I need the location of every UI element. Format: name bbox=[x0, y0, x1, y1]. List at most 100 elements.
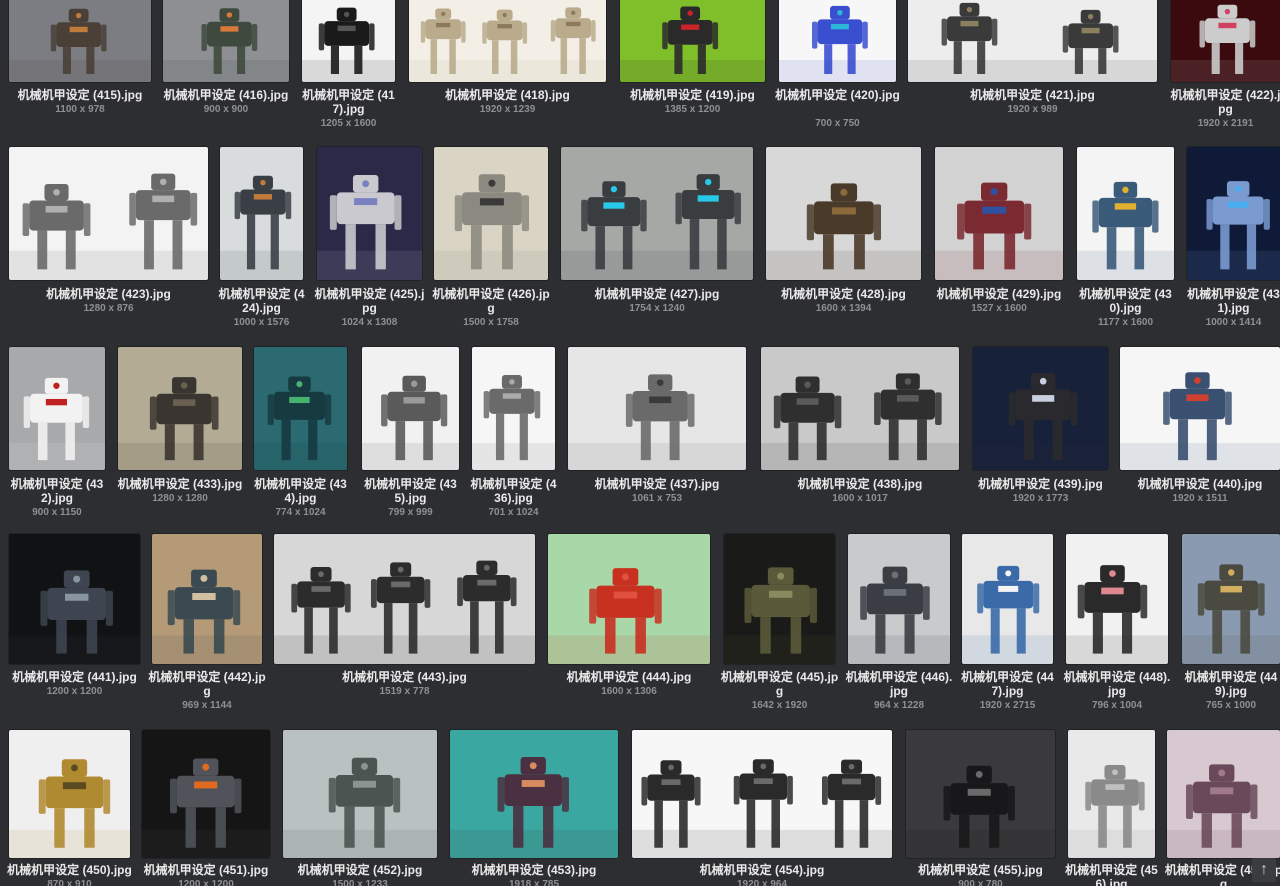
thumbnail-image[interactable] bbox=[766, 147, 921, 280]
file-name[interactable]: 机械机甲设定 (450).jpg bbox=[5, 863, 134, 877]
file-name[interactable]: 机械机甲设定 (424).jpg bbox=[216, 287, 307, 315]
file-name[interactable]: 机械机甲设定 (422).jpg bbox=[1167, 88, 1280, 116]
file-name[interactable]: 机械机甲设定 (429).jpg bbox=[931, 287, 1067, 301]
file-name[interactable]: 机械机甲设定 (433).jpg bbox=[114, 477, 246, 491]
file-name[interactable]: 机械机甲设定 (435).jpg bbox=[358, 477, 463, 505]
thumbnail-image[interactable] bbox=[142, 730, 270, 858]
thumbnail-image[interactable] bbox=[317, 147, 422, 280]
file-name[interactable]: 机械机甲设定 (431).jpg bbox=[1183, 287, 1280, 315]
file-name[interactable]: 机械机甲设定 (437).jpg bbox=[564, 477, 750, 491]
thumbnail-image[interactable] bbox=[362, 347, 459, 470]
thumbnail-image[interactable] bbox=[118, 347, 242, 470]
thumbnail-image[interactable] bbox=[434, 147, 548, 280]
file-name[interactable]: 机械机甲设定 (442).jpg bbox=[148, 670, 266, 698]
thumbnail-image[interactable] bbox=[152, 534, 262, 664]
thumbnail-image[interactable] bbox=[1068, 730, 1155, 858]
thumbnail-image[interactable] bbox=[1187, 147, 1280, 280]
file-name[interactable]: 机械机甲设定 (427).jpg bbox=[557, 287, 757, 301]
image-dimensions: 1100 x 978 bbox=[55, 104, 105, 115]
file-name[interactable]: 机械机甲设定 (418).jpg bbox=[405, 88, 610, 102]
file-name[interactable]: 机械机甲设定 (420).jpg bbox=[775, 88, 900, 102]
thumbnail-image[interactable] bbox=[409, 0, 606, 82]
thumbnail-image[interactable] bbox=[620, 0, 765, 82]
thumbnail-image[interactable] bbox=[472, 347, 555, 470]
image-dimensions: 1205 x 1600 bbox=[320, 118, 377, 129]
image-dimensions: 1600 x 1017 bbox=[832, 493, 888, 504]
file-name[interactable]: 机械机甲设定 (416).jpg bbox=[159, 88, 293, 102]
file-name[interactable]: 机械机甲设定 (448).jpg bbox=[1062, 670, 1172, 698]
image-dimensions: 1200 x 1200 bbox=[46, 686, 103, 697]
thumbnail-image[interactable] bbox=[779, 0, 896, 82]
file-name[interactable]: 机械机甲设定 (439).jpg bbox=[969, 477, 1112, 491]
image-dimensions: 900 x 780 bbox=[958, 879, 1003, 886]
file-name[interactable]: 机械机甲设定 (417).jpg bbox=[298, 88, 399, 116]
thumbnail-image[interactable] bbox=[274, 534, 535, 664]
thumbnail-image[interactable] bbox=[220, 147, 303, 280]
file-name[interactable]: 机械机甲设定 (421).jpg bbox=[904, 88, 1161, 102]
file-name[interactable]: 机械机甲设定 (455).jpg bbox=[902, 863, 1059, 877]
thumbnail-image[interactable] bbox=[450, 730, 618, 858]
image-dimensions: 900 x 900 bbox=[203, 104, 249, 115]
file-name[interactable]: 机械机甲设定 (423).jpg bbox=[5, 287, 212, 301]
thumbnail-image[interactable] bbox=[761, 347, 959, 470]
thumbnail-image[interactable] bbox=[163, 0, 289, 82]
image-dimensions: 1000 x 1576 bbox=[233, 317, 290, 328]
image-dimensions: 774 x 1024 bbox=[275, 507, 326, 518]
thumbnail-image[interactable] bbox=[9, 534, 140, 664]
image-dimensions: 1061 x 753 bbox=[631, 493, 683, 504]
image-dimensions: 799 x 999 bbox=[388, 507, 433, 518]
thumbnail-image[interactable] bbox=[908, 0, 1157, 82]
file-name[interactable]: 机械机甲设定 (451).jpg bbox=[138, 863, 274, 877]
thumbnail-image[interactable] bbox=[561, 147, 753, 280]
file-name[interactable]: 机械机甲设定 (434).jpg bbox=[250, 477, 351, 505]
image-dimensions: 701 x 1024 bbox=[488, 507, 539, 518]
file-name[interactable]: 机械机甲设定 (454).jpg bbox=[628, 863, 896, 877]
thumbnail-image[interactable] bbox=[1182, 534, 1280, 664]
file-name[interactable]: 机械机甲设定 (441).jpg bbox=[5, 670, 144, 684]
thumbnail-image[interactable] bbox=[568, 347, 746, 470]
thumbnail-image[interactable] bbox=[973, 347, 1108, 470]
thumbnail-image[interactable] bbox=[1171, 0, 1280, 82]
thumbnail-image[interactable] bbox=[9, 347, 105, 470]
scroll-to-top-button[interactable]: ↑ bbox=[1252, 858, 1276, 882]
image-dimensions: 1642 x 1920 bbox=[751, 700, 808, 711]
thumbnail-image[interactable] bbox=[632, 730, 892, 858]
thumbnail-image[interactable] bbox=[724, 534, 835, 664]
file-name[interactable]: 机械机甲设定 (456).jpg bbox=[1064, 863, 1159, 886]
thumbnail-image[interactable] bbox=[9, 0, 151, 82]
thumbnail-image[interactable] bbox=[906, 730, 1055, 858]
thumbnail-image[interactable] bbox=[1066, 534, 1168, 664]
file-name[interactable]: 机械机甲设定 (415).jpg bbox=[5, 88, 155, 102]
file-name[interactable]: 机械机甲设定 (445).jpg bbox=[720, 670, 839, 698]
file-name[interactable]: 机械机甲设定 (425).jpg bbox=[313, 287, 426, 315]
thumbnail-image[interactable] bbox=[1077, 147, 1174, 280]
thumbnail-image[interactable] bbox=[9, 730, 130, 858]
file-name[interactable]: 机械机甲设定 (438).jpg bbox=[757, 477, 963, 491]
thumbnail-image[interactable] bbox=[548, 534, 710, 664]
file-name[interactable]: 机械机甲设定 (447).jpg bbox=[958, 670, 1057, 698]
file-name[interactable]: 机械机甲设定 (440).jpg bbox=[1116, 477, 1280, 491]
file-name[interactable]: 机械机甲设定 (444).jpg bbox=[544, 670, 714, 684]
image-dimensions: 1920 x 2715 bbox=[979, 700, 1036, 711]
thumbnail-image[interactable] bbox=[1120, 347, 1280, 470]
file-name[interactable]: 机械机甲设定 (446).jpg bbox=[844, 670, 954, 698]
file-name[interactable]: 机械机甲设定 (452).jpg bbox=[279, 863, 441, 877]
thumbnail-image[interactable] bbox=[962, 534, 1053, 664]
thumbnail-image[interactable] bbox=[9, 147, 208, 280]
thumbnail-image[interactable] bbox=[935, 147, 1063, 280]
file-name[interactable]: 机械机甲设定 (428).jpg bbox=[762, 287, 925, 301]
thumbnail-image[interactable] bbox=[1167, 730, 1280, 858]
image-dimensions: 1600 x 1306 bbox=[601, 686, 657, 697]
file-name[interactable]: 机械机甲设定 (426).jpg bbox=[430, 287, 552, 315]
thumbnail-image[interactable] bbox=[302, 0, 395, 82]
file-name[interactable]: 机械机甲设定 (432).jpg bbox=[5, 477, 109, 505]
thumbnail-image[interactable] bbox=[283, 730, 437, 858]
file-name[interactable]: 机械机甲设定 (430).jpg bbox=[1073, 287, 1178, 315]
file-name[interactable]: 机械机甲设定 (443).jpg bbox=[270, 670, 539, 684]
thumbnail-image[interactable] bbox=[848, 534, 950, 664]
thumbnail-image[interactable] bbox=[254, 347, 347, 470]
file-name[interactable]: 机械机甲设定 (419).jpg bbox=[616, 88, 769, 102]
file-name[interactable]: 机械机甲设定 (436).jpg bbox=[468, 477, 559, 505]
file-name[interactable]: 机械机甲设定 (449).jpg bbox=[1178, 670, 1280, 698]
file-name[interactable]: 机械机甲设定 (453).jpg bbox=[446, 863, 622, 877]
